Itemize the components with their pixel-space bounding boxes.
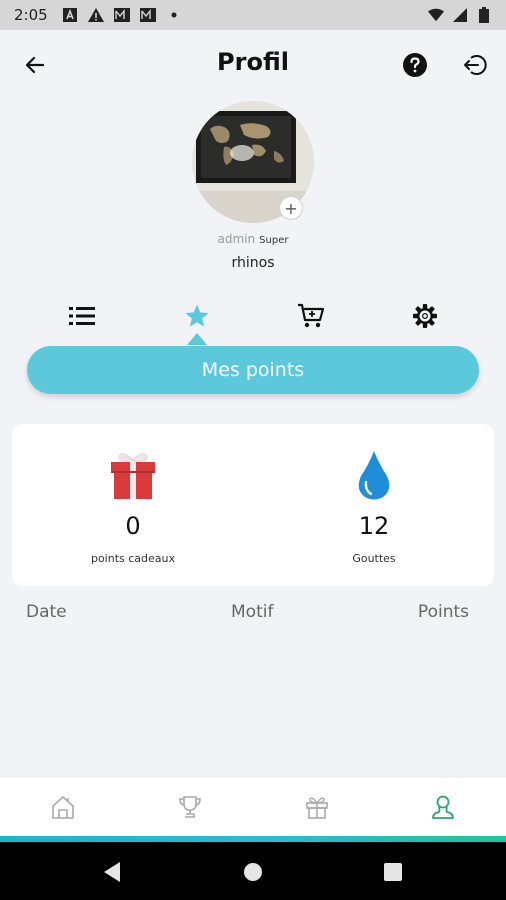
system-recents-button[interactable] <box>381 860 405 884</box>
nav-home[interactable] <box>48 792 78 822</box>
gift-points-label: points cadeaux <box>90 552 176 565</box>
status-notification-icons <box>62 7 182 23</box>
drop-icon <box>344 448 404 502</box>
role-label: admin <box>217 232 256 246</box>
points-banner: Mes points <box>27 346 479 394</box>
nav-profile[interactable] <box>428 792 458 822</box>
tab-points[interactable] <box>177 298 217 334</box>
help-button[interactable] <box>400 50 430 80</box>
header: Profil <box>0 30 506 100</box>
tab-cart[interactable] <box>291 298 331 334</box>
drops-label: Gouttes <box>352 552 396 565</box>
system-home-button[interactable] <box>241 860 265 884</box>
dot-icon <box>166 7 182 23</box>
font-icon <box>62 7 78 23</box>
battery-icon <box>476 7 492 23</box>
triangle-back-icon <box>104 862 120 882</box>
status-time: 2:05 <box>14 6 48 24</box>
gift-points-value: 0 <box>125 512 141 540</box>
nav-trophy[interactable] <box>175 792 205 822</box>
role-line: admin Super <box>0 232 506 246</box>
wifi-icon <box>428 7 444 23</box>
profile-icon <box>432 795 454 819</box>
mail-icon <box>139 7 156 23</box>
drops-summary: 12 Gouttes <box>274 424 474 586</box>
cart-icon <box>298 303 325 328</box>
role-badge: Super <box>259 235 289 246</box>
star-icon <box>185 304 209 327</box>
signal-icon <box>452 7 468 23</box>
tab-settings[interactable] <box>405 298 445 334</box>
nav-gifts[interactable] <box>302 792 332 822</box>
points-summary-card: 0 points cadeaux 12 Gouttes <box>12 424 494 586</box>
system-back-button[interactable] <box>100 860 124 884</box>
status-system-icons <box>428 7 492 23</box>
points-table-header: Date Motif Points <box>0 602 506 626</box>
square-recents-icon <box>384 863 402 881</box>
tab-list[interactable] <box>62 298 102 334</box>
profile-tabs <box>0 298 506 334</box>
gear-icon <box>413 304 437 328</box>
add-photo-button[interactable]: + <box>279 196 303 220</box>
drops-value: 12 <box>358 512 390 540</box>
bottom-nav <box>0 778 506 836</box>
trophy-icon <box>179 796 201 818</box>
help-circle-icon <box>403 53 427 77</box>
system-navigation-bar <box>0 842 506 900</box>
page-title: Profil <box>217 48 289 76</box>
logout-button[interactable] <box>460 50 490 80</box>
username: rhinos <box>231 255 275 271</box>
circle-home-icon <box>244 863 262 881</box>
mail-icon <box>113 7 130 23</box>
home-icon <box>52 796 74 819</box>
gift-icon <box>306 797 328 819</box>
gift-icon <box>103 448 163 502</box>
active-tab-pointer <box>187 333 207 345</box>
column-header-date: Date <box>26 602 67 622</box>
column-header-motif: Motif <box>231 602 274 622</box>
status-bar: 2:05 <box>0 0 506 30</box>
gift-points-summary: 0 points cadeaux <box>33 424 233 586</box>
logout-icon <box>464 55 487 75</box>
column-header-points: Points <box>417 602 469 622</box>
alert-icon <box>87 7 104 23</box>
list-icon <box>69 307 95 325</box>
